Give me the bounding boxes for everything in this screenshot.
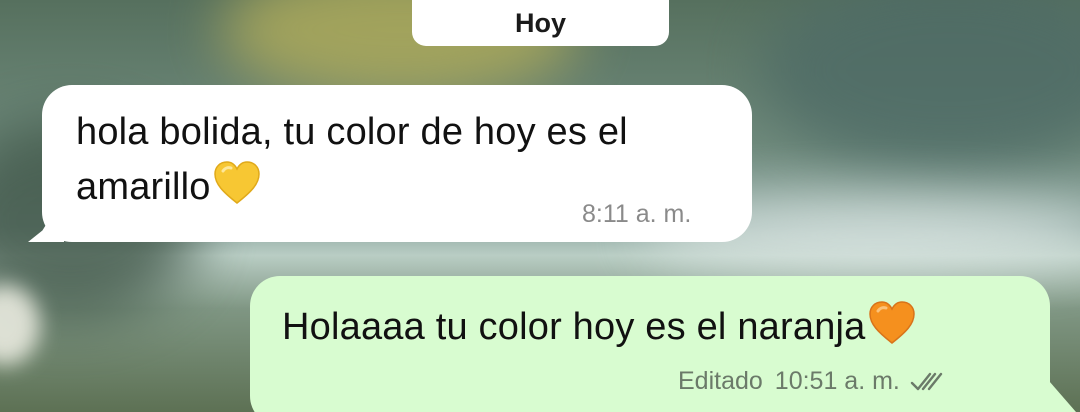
message-meta: 8:11 a. m. [582,200,691,229]
outgoing-message-bubble[interactable]: Holaaaa tu color hoy es el naranja Edita… [250,276,1050,412]
message-meta: Editado 10:51 a. m. [678,367,944,396]
message-text: Holaaaa tu color hoy es el naranja [282,300,1032,355]
incoming-message-bubble[interactable]: hola bolida, tu color de hoy es el amari… [42,85,752,242]
orange-heart-icon [868,301,915,344]
edited-label: Editado [678,367,763,395]
wallpaper-trees [760,0,1080,170]
double-check-icon [910,372,943,390]
chat-background: Hoy hola bolida, tu color de hoy es el a… [0,0,1080,412]
date-separator: Hoy [412,0,669,46]
yellow-heart-icon [213,161,260,204]
message-time: 10:51 a. m. [774,367,900,395]
message-text: hola bolida, tu color de hoy es el amari… [76,105,736,215]
message-text-line2: amarillo [76,166,211,208]
message-text-line1: Holaaaa tu color hoy es el naranja [282,306,866,348]
message-text-line1: hola bolida, tu color de hoy es el [76,111,628,153]
message-time: 8:11 a. m. [582,200,692,228]
